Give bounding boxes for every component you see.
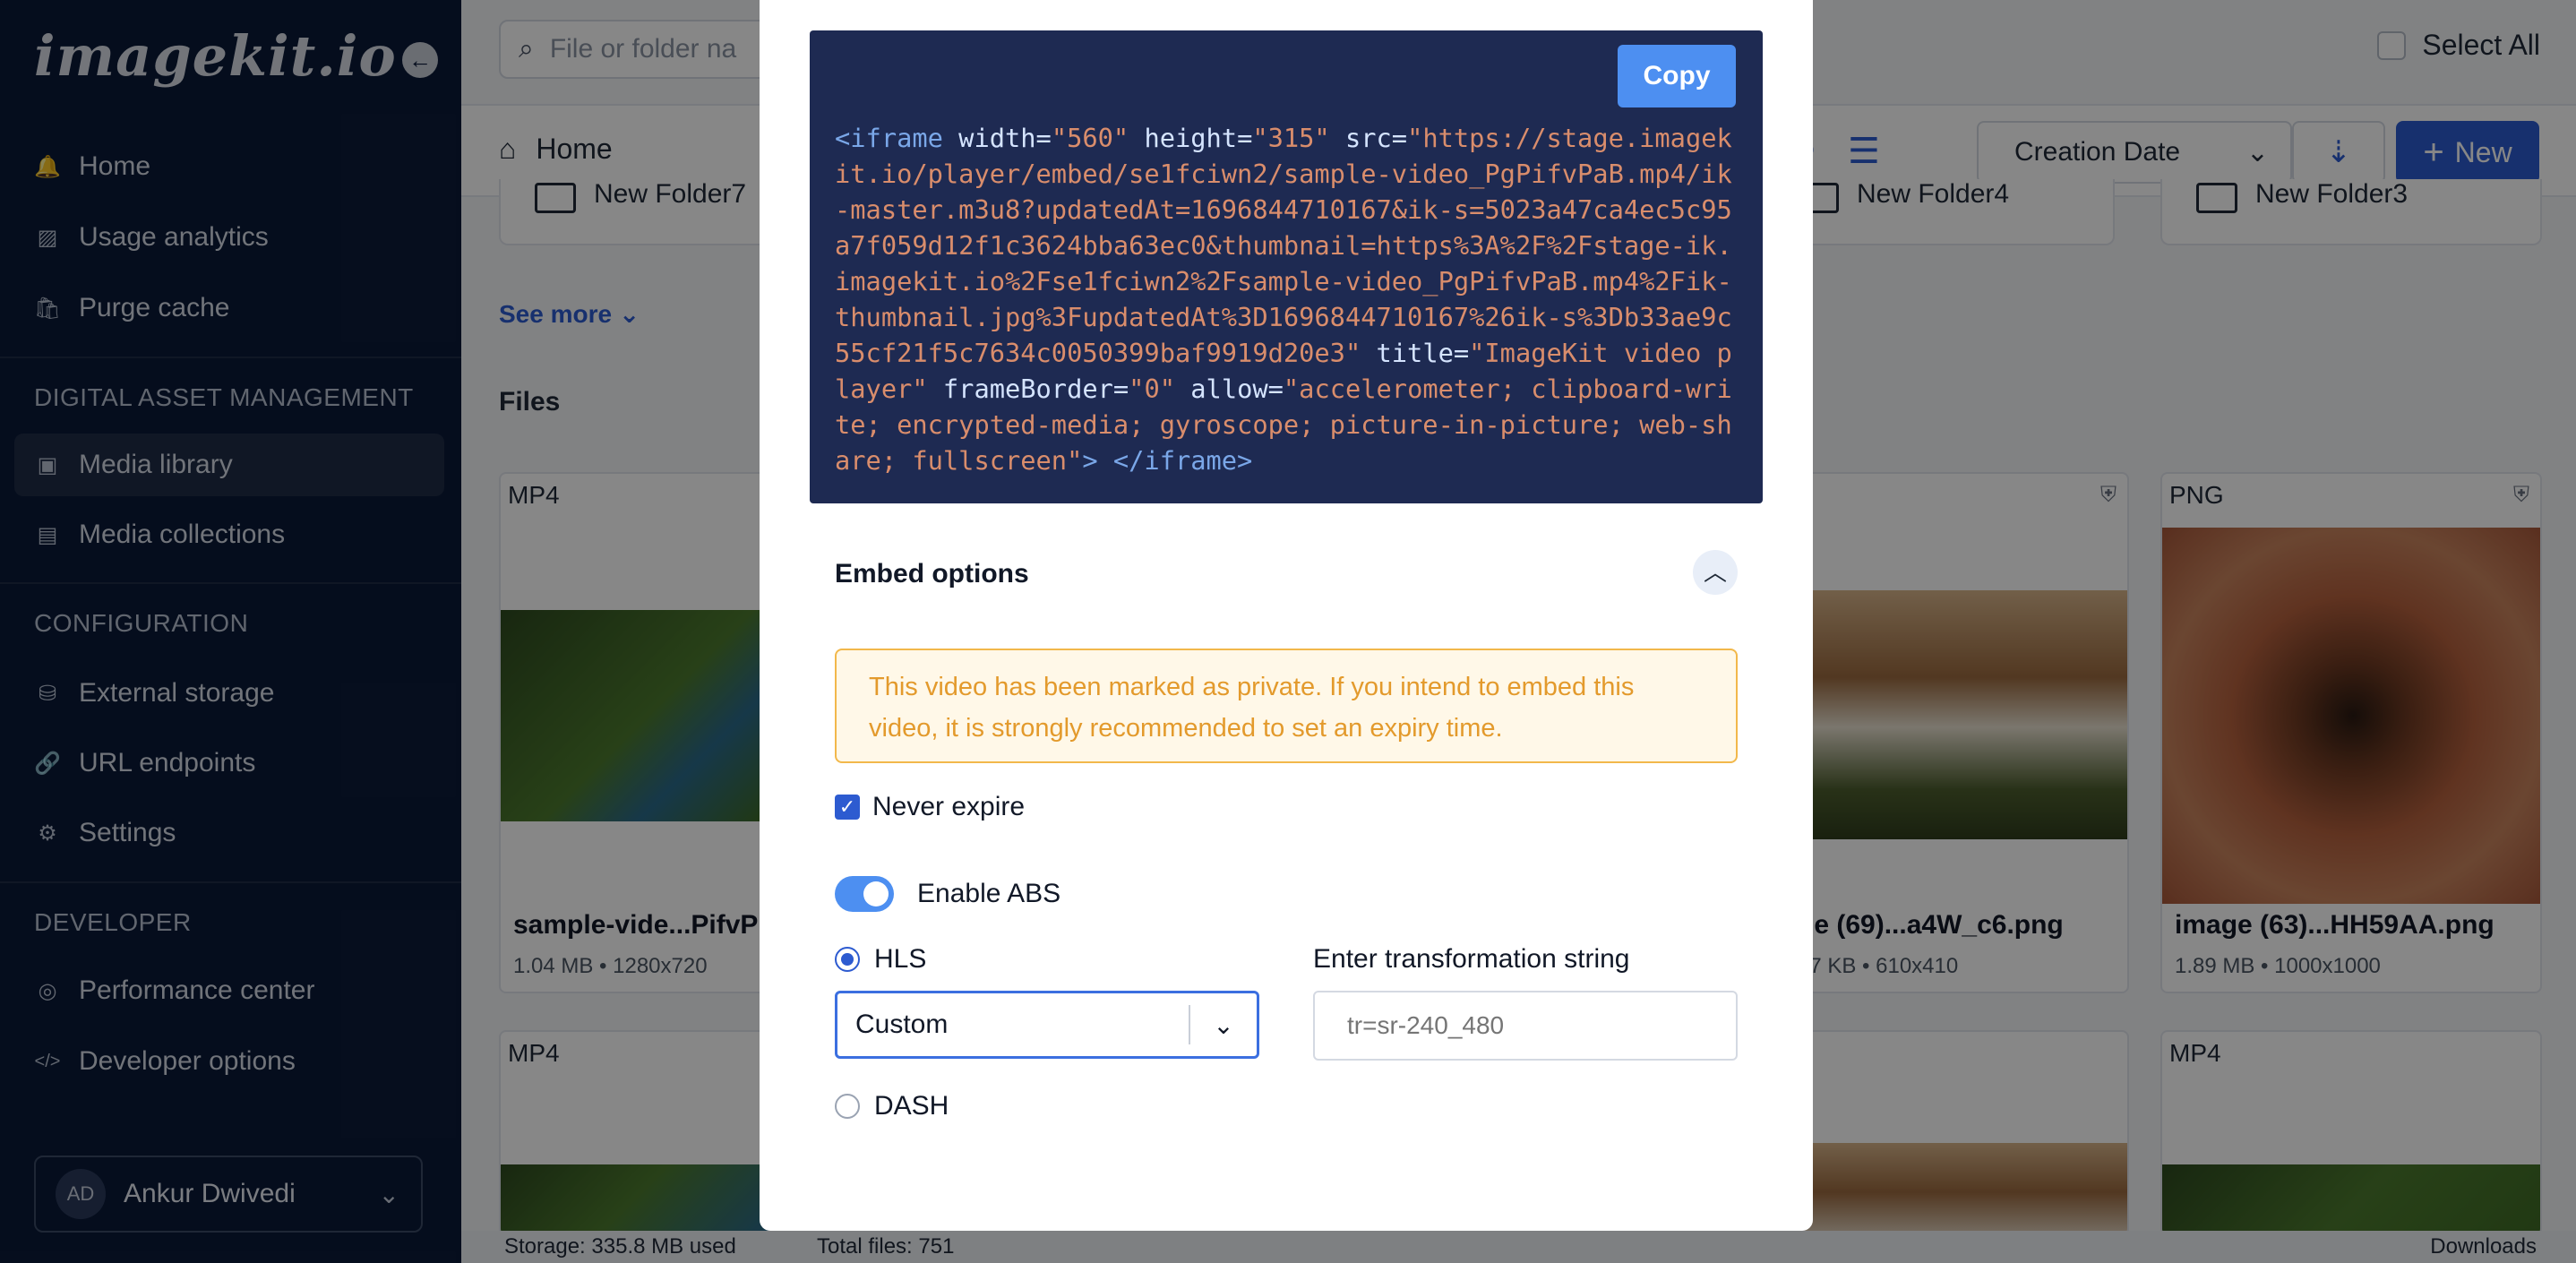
embed-code-block: Copy <iframe width="560" height="315" sr… — [810, 30, 1763, 503]
embed-code[interactable]: <iframe width="560" height="315" src="ht… — [835, 120, 1738, 478]
chevron-down-icon: ⌄ — [1213, 1010, 1234, 1039]
transform-label: Enter transformation string — [1313, 944, 1630, 974]
radio-selected-icon — [835, 947, 860, 972]
preset-value: Custom — [855, 1010, 949, 1039]
private-video-warning: This video has been marked as private. I… — [835, 649, 1738, 763]
never-expire-checkbox[interactable]: ✓ Never expire — [835, 792, 1025, 822]
toggle-switch[interactable] — [835, 876, 894, 912]
radio-unselected-icon — [835, 1094, 860, 1119]
never-expire-label: Never expire — [872, 792, 1026, 821]
enable-abs-label: Enable ABS — [917, 879, 1061, 908]
transformation-input[interactable] — [1313, 991, 1738, 1061]
dash-radio[interactable]: DASH — [835, 1091, 949, 1121]
chevron-up-icon[interactable]: ︿ — [1693, 550, 1738, 595]
embed-modal: Copy <iframe width="560" height="315" sr… — [760, 0, 1813, 1231]
embed-options-title: Embed options — [835, 559, 1029, 589]
hls-radio[interactable]: HLS — [835, 944, 926, 975]
abs-preset-select[interactable]: Custom ⌄ — [835, 991, 1259, 1059]
hls-label: HLS — [874, 944, 927, 974]
enable-abs-toggle[interactable]: Enable ABS — [835, 876, 1060, 912]
checkbox-checked-icon: ✓ — [835, 795, 860, 820]
copy-button[interactable]: Copy — [1618, 45, 1736, 107]
dash-label: DASH — [874, 1091, 949, 1121]
